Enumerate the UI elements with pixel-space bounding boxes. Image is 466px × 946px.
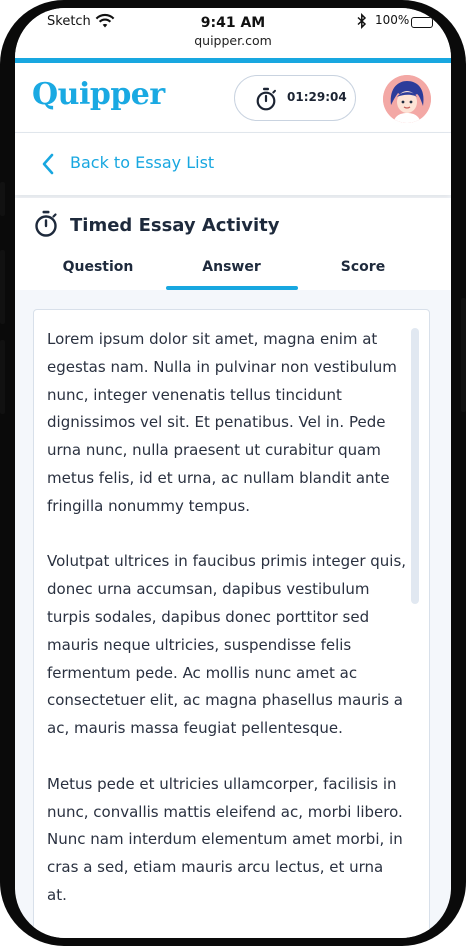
power-button xyxy=(461,298,466,412)
timer-value: 01:29:04 xyxy=(287,90,347,104)
volume-up-button xyxy=(0,250,5,324)
essay-paragraph: Lorem ipsum dolor sit amet, magna enim a… xyxy=(47,330,397,515)
stopwatch-icon xyxy=(256,87,276,111)
mute-switch xyxy=(0,182,5,216)
bluetooth-icon xyxy=(357,13,367,29)
tab-score[interactable]: Score xyxy=(310,259,416,275)
avatar[interactable] xyxy=(383,75,431,123)
back-to-essay-list-link[interactable]: Back to Essay List xyxy=(70,153,214,172)
avatar-illustration xyxy=(383,75,431,123)
essay-paragraph: Metus pede et ultricies ullamcorper, fac… xyxy=(47,774,403,904)
screen: Sketch 9:41 AM quipper.com 100% Quipper xyxy=(15,8,451,938)
scrollbar-thumb[interactable] xyxy=(411,328,419,604)
back-bar[interactable]: Back to Essay List xyxy=(15,133,451,195)
tab-answer[interactable]: Answer xyxy=(165,259,298,275)
timer-pill: 01:29:04 xyxy=(234,75,356,121)
battery-icon xyxy=(411,17,433,28)
url-label: quipper.com xyxy=(194,33,272,48)
stopwatch-icon xyxy=(35,210,57,237)
app-header: Quipper 01:29:04 xyxy=(15,63,451,133)
volume-down-button xyxy=(0,340,5,414)
activity-header: Timed Essay Activity Question Answer Sco… xyxy=(15,198,451,290)
essay-paragraph: Volutpat ultrices in faucibus primis int… xyxy=(47,552,407,738)
active-tab-indicator xyxy=(166,286,298,290)
status-bar: Sketch 9:41 AM quipper.com 100% xyxy=(15,8,451,60)
battery-percent: 100% xyxy=(375,13,410,27)
chevron-left-icon[interactable] xyxy=(41,152,55,176)
tab-bar: Question Answer Score xyxy=(15,254,451,290)
essay-answer-box[interactable]: Lorem ipsum dolor sit amet, magna enim a… xyxy=(33,309,430,938)
activity-title: Timed Essay Activity xyxy=(70,215,280,236)
quipper-logo[interactable]: Quipper xyxy=(32,77,165,112)
tab-question[interactable]: Question xyxy=(45,259,151,275)
phone-frame: Sketch 9:41 AM quipper.com 100% Quipper xyxy=(0,0,466,946)
essay-text[interactable]: Lorem ipsum dolor sit amet, magna enim a… xyxy=(47,326,407,938)
